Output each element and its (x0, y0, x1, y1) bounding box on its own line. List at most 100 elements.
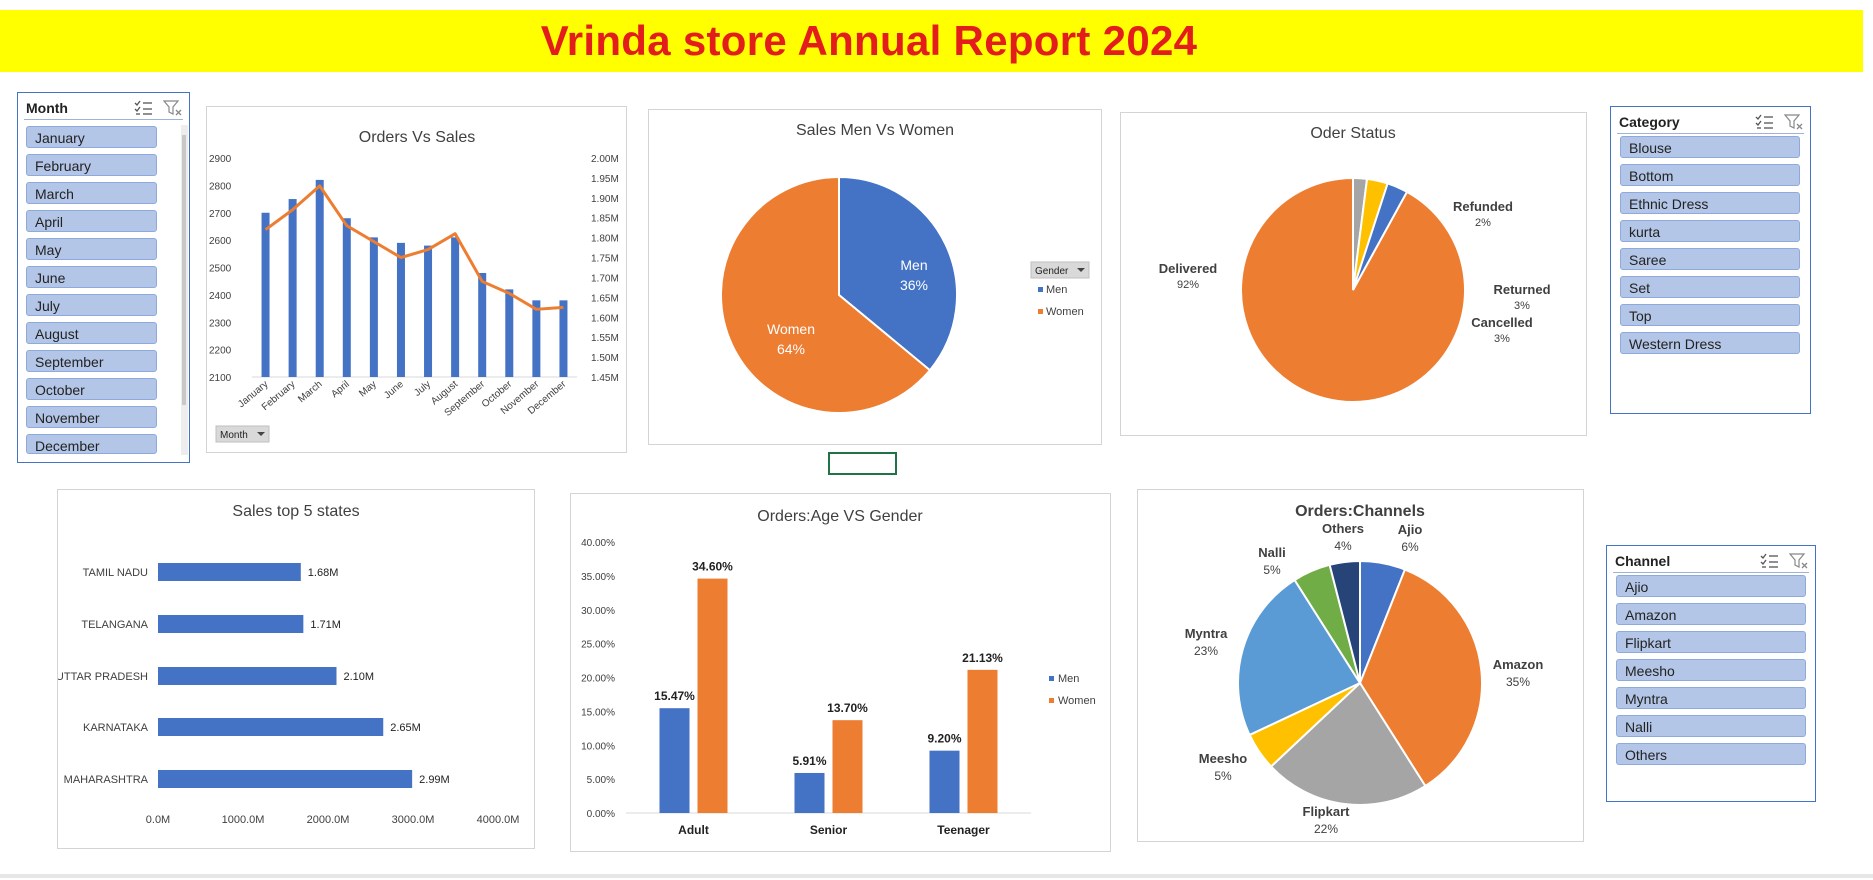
slicer-item[interactable]: June (26, 266, 157, 288)
clear-filter-icon[interactable] (1784, 113, 1804, 131)
slice-label: Others (1322, 521, 1364, 536)
scrollbar-thumb[interactable] (182, 135, 186, 405)
y-tick-label: 15.00% (581, 707, 615, 718)
slice-percent: 5% (1263, 563, 1281, 577)
slicer-header: Category (1617, 111, 1804, 134)
order-status-chart[interactable]: Oder Status Delivered 92% Refunded 2% Returne… (1120, 112, 1587, 436)
multi-select-icon[interactable] (1754, 113, 1774, 131)
orders-vs-sales-chart[interactable]: Orders Vs Sales 2100 2200 2300 2400 2500 2600 2… (206, 106, 627, 453)
slicer-item[interactable]: Flipkart (1616, 631, 1806, 653)
slicer-item[interactable]: February (26, 154, 157, 176)
slicer-item-label: February (35, 158, 92, 174)
x-tick-label: May (357, 379, 379, 400)
slicer-item[interactable]: Nalli (1616, 715, 1806, 737)
field-button-label: Gender (1035, 266, 1069, 277)
slice-label: Men (900, 257, 927, 273)
slicer-item-label: Meesho (1625, 663, 1675, 679)
slicer-item-label: Ajio (1625, 579, 1649, 595)
slicer-item[interactable]: Myntra (1616, 687, 1806, 709)
slicer-title: Category (1619, 114, 1680, 130)
multi-select-icon[interactable] (1759, 552, 1779, 570)
slice-label: Myntra (1185, 626, 1228, 641)
month-slicer[interactable]: Month January February March April May June Ju… (17, 92, 190, 463)
slicer-item[interactable]: Ethnic Dress (1620, 192, 1800, 214)
multi-select-icon[interactable] (133, 99, 153, 117)
slice-percent: 35% (1506, 675, 1530, 689)
slicer-title: Channel (1615, 553, 1671, 569)
slicer-item[interactable]: December (26, 434, 157, 454)
bar (659, 708, 690, 813)
orders-channels-svg: Orders:Channels Ajio 6% Amazon 35% Flipkart 22… (1185, 503, 1544, 836)
chart-title: Orders:Age VS Gender (757, 508, 923, 525)
clear-filter-icon[interactable] (163, 99, 183, 117)
clear-filter-icon[interactable] (1789, 552, 1809, 570)
y-tick-label: 2500 (209, 264, 232, 275)
slicer-item[interactable]: Set (1620, 276, 1800, 298)
y2-tick-label: 1.65M (591, 293, 619, 304)
slicer-item[interactable]: Amazon (1616, 603, 1806, 625)
category-slicer[interactable]: Category Blouse Bottom Ethnic Dress kurta Sa… (1610, 106, 1811, 414)
slicer-item[interactable]: Top (1620, 304, 1800, 326)
y2-tick-label: 1.80M (591, 234, 619, 245)
data-label: 15.47% (654, 689, 695, 703)
slice-percent: 2% (1475, 217, 1491, 229)
slicer-item[interactable]: Bottom (1620, 164, 1800, 186)
slicer-item-label: October (35, 382, 85, 398)
y-tick-label: 5.00% (587, 775, 615, 786)
slicer-item[interactable]: October (26, 378, 157, 400)
slicer-item[interactable]: August (26, 322, 157, 344)
y2-tick-label: 1.90M (591, 194, 619, 205)
data-label: 2.65M (390, 722, 421, 734)
y-tick-label: 2900 (209, 154, 232, 165)
slicer-item[interactable]: November (26, 406, 157, 428)
y2-tick-label: 1.60M (591, 313, 619, 324)
legend-label: Men (1058, 673, 1079, 685)
slicer-item[interactable]: Western Dress (1620, 332, 1800, 354)
slice-label: Women (767, 321, 815, 337)
selected-cell[interactable] (828, 452, 897, 475)
slicer-item[interactable]: July (26, 294, 157, 316)
sales-top-states-chart[interactable]: Sales top 5 states TAMIL NADU 1.68M TELANGA… (57, 489, 535, 849)
slicer-item-label: Saree (1629, 252, 1667, 268)
slicer-scrollbar[interactable] (181, 125, 188, 455)
slice-percent: 3% (1514, 300, 1530, 312)
slicer-item[interactable]: Saree (1620, 248, 1800, 270)
orders-age-gender-svg: Orders:Age VS Gender 0.00% 5.00% 10.00% 15.0… (581, 508, 1096, 837)
orders-age-gender-chart[interactable]: Orders:Age VS Gender 0.00% 5.00% 10.00% 15.0… (570, 493, 1111, 852)
slicer-item[interactable]: March (26, 182, 157, 204)
chart-title: Oder Status (1310, 125, 1395, 142)
y-tick-label: 10.00% (581, 741, 615, 752)
slicer-item[interactable]: Others (1616, 743, 1806, 765)
bar (697, 578, 728, 813)
slicer-item[interactable]: April (26, 210, 157, 232)
slicer-item[interactable]: Ajio (1616, 575, 1806, 597)
slicer-item[interactable]: January (26, 126, 157, 148)
data-label: 2.10M (344, 671, 375, 683)
slicer-item-label: Western Dress (1629, 336, 1722, 352)
chart-title: Sales Men Vs Women (796, 122, 954, 139)
channel-slicer[interactable]: Channel Ajio Amazon Flipkart Meesho Myntra Na… (1606, 545, 1816, 802)
slice-percent: 22% (1314, 822, 1338, 836)
slicer-item[interactable]: May (26, 238, 157, 260)
sales-men-women-chart[interactable]: Sales Men Vs Women Men 36% Women 64% Gender Me… (648, 109, 1102, 445)
x-tick-label: April (329, 379, 351, 400)
y-tick-label: 35.00% (581, 572, 615, 583)
legend-label: Women (1046, 306, 1084, 318)
slicer-item[interactable]: Blouse (1620, 136, 1800, 158)
bar (288, 199, 297, 377)
gender-field-button[interactable]: Gender (1030, 261, 1090, 279)
slicer-item[interactable]: kurta (1620, 220, 1800, 242)
slice-percent: 3% (1494, 333, 1510, 345)
x-tick-label: 2000.0M (307, 814, 350, 826)
slice-percent: 6% (1401, 540, 1419, 554)
y-tick-label: 20.00% (581, 674, 615, 685)
category-label: UTTAR PRADESH (58, 671, 148, 683)
slicer-item[interactable]: September (26, 350, 157, 372)
slicer-item[interactable]: Meesho (1616, 659, 1806, 681)
y2-tick-label: 1.45M (591, 373, 619, 384)
month-field-button[interactable]: Month (215, 425, 270, 443)
orders-channels-chart[interactable]: Orders:Channels Ajio 6% Amazon 35% Flipkart 22… (1137, 489, 1584, 842)
field-button-label: Month (220, 430, 248, 441)
x-tick-label: March (296, 379, 324, 405)
y2-tick-label: 1.70M (591, 273, 619, 284)
